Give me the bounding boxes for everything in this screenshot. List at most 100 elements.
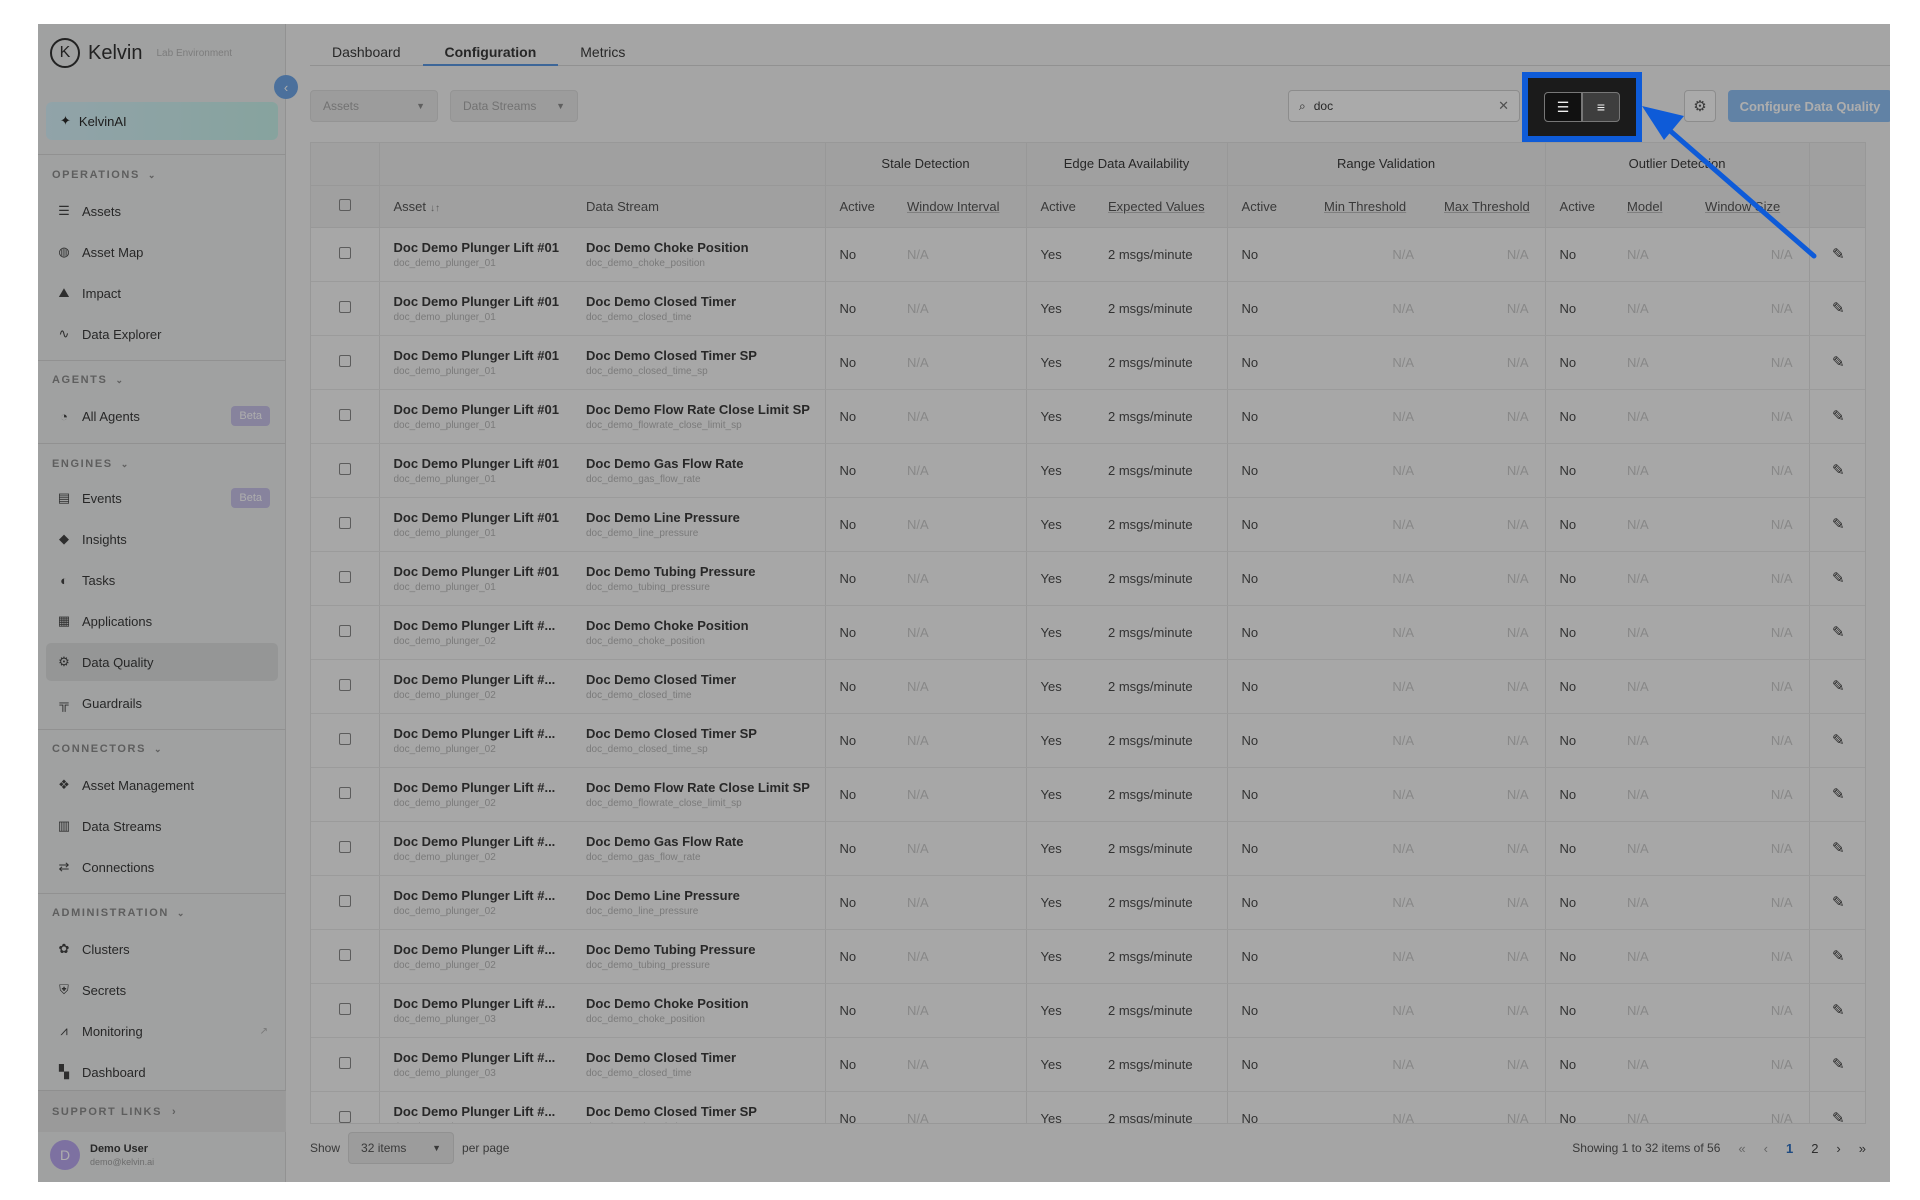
sidebar-item-tasks[interactable]: ◐ Tasks — [46, 561, 278, 599]
sidebar-item-guardrails[interactable]: ╦ Guardrails — [46, 684, 278, 722]
row-checkbox[interactable] — [311, 551, 380, 606]
user-profile[interactable]: D Demo User demo@kelvin.ai — [50, 1140, 154, 1170]
sidebar-item-data-quality[interactable]: ⚙ Data Quality — [46, 643, 278, 681]
sidebar-item-monitoring[interactable]: ⩘ Monitoring ↗ — [46, 1012, 278, 1050]
row-checkbox[interactable] — [311, 443, 380, 498]
edit-button[interactable]: ✎ — [1808, 605, 1865, 660]
edit-button[interactable]: ✎ — [1808, 929, 1865, 984]
table-row[interactable]: Doc Demo Plunger Lift #... doc_demo_plung… — [311, 821, 1865, 876]
table-row[interactable]: Doc Demo Plunger Lift #... doc_demo_plung… — [311, 1091, 1865, 1123]
edit-button[interactable]: ✎ — [1808, 227, 1865, 282]
assets-filter-dropdown[interactable]: Assets ▼ — [310, 90, 438, 122]
column-model[interactable]: Model — [1613, 185, 1692, 228]
table-row[interactable]: Doc Demo Plunger Lift #... doc_demo_plung… — [311, 1037, 1865, 1092]
kelvinai-button[interactable]: ✦ KelvinAI — [46, 102, 278, 140]
section-operations[interactable]: OPERATIONS ⌄ — [52, 169, 157, 181]
column-window-interval[interactable]: Window Interval — [893, 185, 1027, 228]
sidebar-item-dashboard[interactable]: ▚ Dashboard — [46, 1053, 278, 1091]
edit-button[interactable]: ✎ — [1808, 335, 1865, 390]
configure-data-quality-button[interactable]: Configure Data Quality — [1728, 90, 1890, 122]
sidebar-item-connections[interactable]: ⇄ Connections — [46, 848, 278, 886]
table-row[interactable]: Doc Demo Plunger Lift #01 doc_demo_plunge… — [311, 443, 1865, 498]
row-checkbox[interactable] — [311, 1091, 380, 1123]
sidebar-item-insights[interactable]: ◆ Insights — [46, 520, 278, 558]
row-checkbox[interactable] — [311, 1037, 380, 1092]
row-checkbox[interactable] — [311, 389, 380, 444]
sidebar-item-data-streams[interactable]: ▥ Data Streams — [46, 807, 278, 845]
tab-metrics[interactable]: Metrics — [558, 24, 647, 66]
row-checkbox[interactable] — [311, 605, 380, 660]
sidebar-item-events[interactable]: ▤ Events Beta — [46, 479, 278, 517]
table-row[interactable]: Doc Demo Plunger Lift #01 doc_demo_plunge… — [311, 335, 1865, 390]
row-checkbox[interactable] — [311, 497, 380, 552]
edit-button[interactable]: ✎ — [1808, 443, 1865, 498]
table-row[interactable]: Doc Demo Plunger Lift #... doc_demo_plung… — [311, 929, 1865, 984]
table-row[interactable]: Doc Demo Plunger Lift #01 doc_demo_plunge… — [311, 389, 1865, 444]
sidebar-item-all-agents[interactable]: ◔ All Agents Beta — [46, 397, 278, 435]
last-page-icon[interactable]: » — [1859, 1141, 1866, 1156]
row-checkbox[interactable] — [311, 983, 380, 1038]
support-links[interactable]: SUPPORT LINKS › — [38, 1090, 286, 1132]
sidebar-item-assets[interactable]: ☰ Assets — [46, 192, 278, 230]
column-window-size[interactable]: Window Size — [1691, 185, 1810, 228]
table-row[interactable]: Doc Demo Plunger Lift #01 doc_demo_plunge… — [311, 227, 1865, 282]
prev-page-icon[interactable]: ‹ — [1764, 1141, 1768, 1156]
edit-button[interactable]: ✎ — [1808, 875, 1865, 930]
first-page-icon[interactable]: « — [1738, 1141, 1745, 1156]
table-row[interactable]: Doc Demo Plunger Lift #... doc_demo_plung… — [311, 713, 1865, 768]
edit-button[interactable]: ✎ — [1808, 281, 1865, 336]
table-row[interactable]: Doc Demo Plunger Lift #01 doc_demo_plunge… — [311, 281, 1865, 336]
column-asset[interactable]: Asset ↓↑ — [379, 185, 572, 228]
table-row[interactable]: Doc Demo Plunger Lift #... doc_demo_plung… — [311, 767, 1865, 822]
edit-button[interactable]: ✎ — [1808, 821, 1865, 876]
edit-button[interactable]: ✎ — [1808, 767, 1865, 822]
select-all-checkbox[interactable] — [311, 185, 380, 228]
column-stale-active[interactable]: Active — [824, 185, 893, 228]
column-edge-active[interactable]: Active — [1025, 185, 1095, 228]
datastreams-filter-dropdown[interactable]: Data Streams ▼ — [450, 90, 578, 122]
column-range-active[interactable]: Active — [1226, 185, 1311, 228]
table-row[interactable]: Doc Demo Plunger Lift #01 doc_demo_plunge… — [311, 551, 1865, 606]
brand-logo[interactable]: K Kelvin Lab Environment — [50, 38, 232, 68]
clear-search-icon[interactable]: ✕ — [1498, 98, 1509, 114]
table-row[interactable]: Doc Demo Plunger Lift #... doc_demo_plung… — [311, 659, 1865, 714]
sidebar-item-data-explorer[interactable]: ∿ Data Explorer — [46, 315, 278, 353]
column-data-stream[interactable]: Data Stream — [572, 185, 825, 228]
table-row[interactable]: Doc Demo Plunger Lift #... doc_demo_plung… — [311, 983, 1865, 1038]
row-checkbox[interactable] — [311, 929, 380, 984]
sort-icon[interactable]: ↓↑ — [430, 203, 440, 214]
edit-button[interactable]: ✎ — [1808, 659, 1865, 714]
table-row[interactable]: Doc Demo Plunger Lift #01 doc_demo_plunge… — [311, 497, 1865, 552]
collapse-sidebar-button[interactable]: ‹ — [274, 75, 298, 99]
row-checkbox[interactable] — [311, 875, 380, 930]
column-outlier-active[interactable]: Active — [1544, 185, 1614, 228]
sidebar-item-clusters[interactable]: ✿ Clusters — [46, 930, 278, 968]
section-connectors[interactable]: CONNECTORS ⌄ — [52, 743, 163, 755]
compact-view-button[interactable]: ☰ — [1544, 92, 1582, 122]
row-checkbox[interactable] — [311, 659, 380, 714]
edit-button[interactable]: ✎ — [1808, 1091, 1865, 1123]
page-2-button[interactable]: 2 — [1811, 1141, 1818, 1156]
column-max-threshold[interactable]: Max Threshold — [1430, 185, 1546, 228]
edit-button[interactable]: ✎ — [1808, 983, 1865, 1038]
search-input[interactable] — [1313, 99, 1464, 113]
row-checkbox[interactable] — [311, 335, 380, 390]
settings-button[interactable]: ⚙ — [1684, 90, 1716, 122]
edit-button[interactable]: ✎ — [1808, 1037, 1865, 1092]
section-engines[interactable]: ENGINES ⌄ — [52, 458, 130, 470]
edit-button[interactable]: ✎ — [1808, 389, 1865, 444]
table-row[interactable]: Doc Demo Plunger Lift #... doc_demo_plung… — [311, 605, 1865, 660]
edit-button[interactable]: ✎ — [1808, 713, 1865, 768]
items-per-page-dropdown[interactable]: 32 items ▼ — [348, 1132, 455, 1164]
row-checkbox[interactable] — [311, 821, 380, 876]
next-page-icon[interactable]: › — [1836, 1141, 1840, 1156]
table-row[interactable]: Doc Demo Plunger Lift #... doc_demo_plung… — [311, 875, 1865, 930]
tab-configuration[interactable]: Configuration — [422, 24, 559, 66]
column-min-threshold[interactable]: Min Threshold — [1310, 185, 1431, 228]
row-checkbox[interactable] — [311, 281, 380, 336]
page-1-button[interactable]: 1 — [1786, 1141, 1793, 1156]
edit-button[interactable]: ✎ — [1808, 551, 1865, 606]
sidebar-item-applications[interactable]: ▦ Applications — [46, 602, 278, 640]
edit-button[interactable]: ✎ — [1808, 497, 1865, 552]
view-density-toggle[interactable]: ☰ ≡ — [1522, 72, 1642, 142]
